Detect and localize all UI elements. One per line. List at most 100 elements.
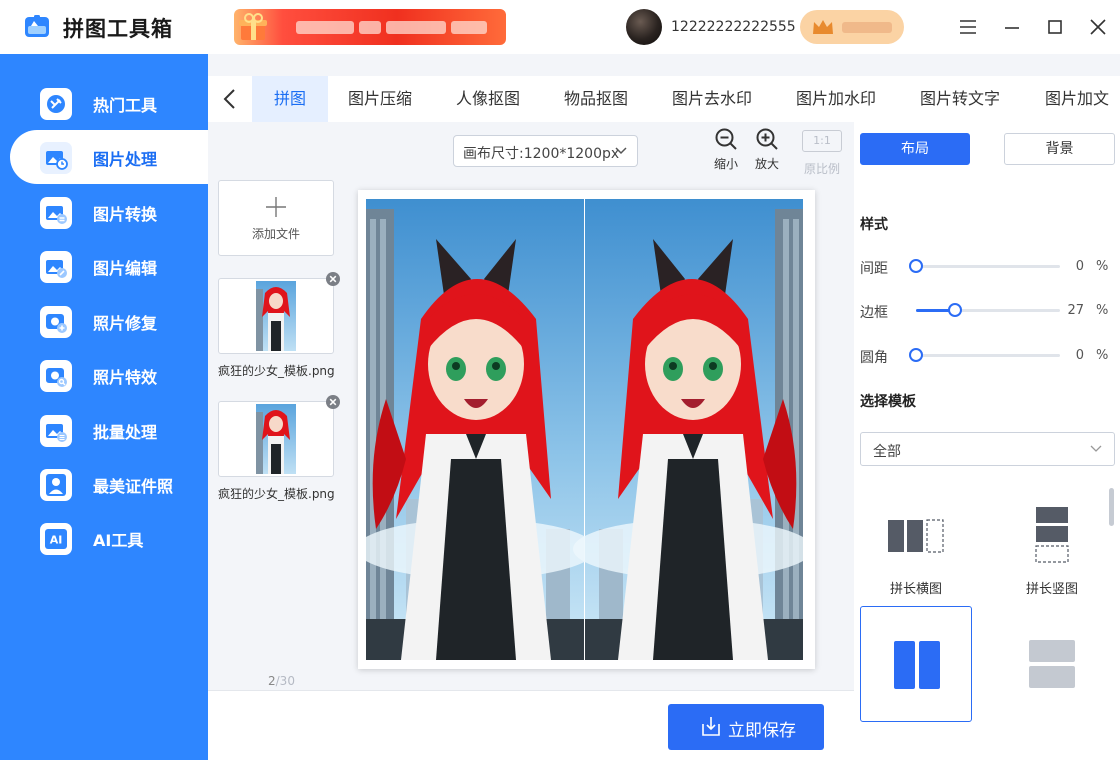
close-icon[interactable] xyxy=(1085,14,1111,40)
app-title: 拼图工具箱 xyxy=(63,17,173,41)
sidebar-item-photo-repair[interactable]: 照片修复 xyxy=(10,294,208,348)
tab-portrait-cutout[interactable]: 人像抠图 xyxy=(456,76,520,122)
sidebar-item-label: 最美证件照 xyxy=(93,477,174,496)
app-logo-icon xyxy=(25,15,49,37)
ai-tools-icon: AI xyxy=(40,523,72,555)
tab-remove-watermark[interactable]: 图片去水印 xyxy=(672,76,752,122)
promo-text-blurred xyxy=(296,18,496,36)
slider-value: 27 xyxy=(1067,303,1084,318)
slider-label: 边框 xyxy=(860,305,888,321)
template-section-title: 选择模板 xyxy=(860,394,916,410)
sidebar-item-label: 照片特效 xyxy=(93,368,158,387)
sidebar-item-ai-tools[interactable]: AI AI工具 xyxy=(10,511,208,565)
template-scrollbar[interactable] xyxy=(1109,488,1114,526)
border-slider[interactable] xyxy=(916,303,1060,317)
canvas-size-value: 画布尺寸:1200*1200px xyxy=(463,146,620,162)
file-pager: 2/30 xyxy=(268,674,295,688)
add-file-button[interactable]: 添加文件 xyxy=(218,180,334,256)
avatar[interactable] xyxy=(626,9,662,45)
user-id[interactable]: 12222222222555 xyxy=(671,19,796,35)
background-tab-button[interactable]: 背景 xyxy=(1004,133,1115,165)
pager-total: /30 xyxy=(275,674,295,688)
slider-handle[interactable] xyxy=(909,259,923,273)
spacing-slider[interactable] xyxy=(909,259,1060,273)
canvas-size-select[interactable]: 画布尺寸:1200*1200px xyxy=(453,135,638,167)
gift-icon xyxy=(239,13,267,40)
slider-label: 间距 xyxy=(860,261,888,277)
layout-tab-button[interactable]: 布局 xyxy=(860,133,970,165)
zoom-in-icon xyxy=(756,128,778,150)
sidebar-item-id-photo[interactable]: 最美证件照 xyxy=(10,457,208,511)
file-name: 疯狂的少女_模板.png xyxy=(218,487,335,501)
promo-banner[interactable] xyxy=(234,9,506,45)
chevron-down-icon xyxy=(1090,445,1102,452)
sidebar-item-image-edit[interactable]: 图片编辑 xyxy=(10,239,208,293)
zoom-out-button[interactable]: 缩小 xyxy=(708,127,744,172)
template-horizontal-icon xyxy=(888,519,944,553)
sidebar-item-photo-effects[interactable]: 照片特效 xyxy=(10,348,208,402)
zoom-in-button[interactable]: 放大 xyxy=(749,127,785,172)
slider-handle[interactable] xyxy=(947,303,962,317)
tab-add-text[interactable]: 图片加文 xyxy=(1045,76,1109,122)
plus-icon xyxy=(266,197,286,217)
sidebar-item-batch-process[interactable]: 批量处理 xyxy=(10,403,208,457)
tab-puzzle[interactable]: 拼图 xyxy=(252,76,329,122)
slider-unit: % xyxy=(1096,303,1109,318)
canvas-preview[interactable] xyxy=(358,190,815,669)
remove-file-icon[interactable] xyxy=(325,271,341,287)
template-two-rows-icon xyxy=(1029,640,1075,688)
sidebar: 热门工具 图片处理 图片转换 图片编辑 照片修复 照片特效 批量处理 最美证件照… xyxy=(0,54,208,760)
zoom-out-label: 缩小 xyxy=(713,157,738,171)
bottom-bar: 立即保存 xyxy=(208,690,854,760)
original-ratio-button[interactable]: 1:1 原比例 xyxy=(798,127,846,177)
vip-badge[interactable] xyxy=(800,10,904,44)
remove-file-icon[interactable] xyxy=(325,394,341,410)
sidebar-item-image-process[interactable]: 图片处理 xyxy=(10,130,208,184)
thumbnail-image xyxy=(256,404,296,474)
template-filter-value: 全部 xyxy=(873,444,901,460)
minimize-icon[interactable] xyxy=(999,14,1025,40)
image-convert-icon xyxy=(40,197,72,229)
template-two-columns[interactable] xyxy=(860,606,972,722)
batch-process-icon xyxy=(40,415,72,447)
maximize-icon[interactable] xyxy=(1042,14,1068,40)
vip-text-blurred xyxy=(842,22,892,33)
sidebar-item-label: AI工具 xyxy=(93,531,144,550)
id-photo-icon xyxy=(40,469,72,501)
image-process-icon xyxy=(40,142,72,174)
template-two-rows[interactable] xyxy=(996,606,1108,722)
save-button[interactable]: 立即保存 xyxy=(668,704,824,750)
corner-radius-slider[interactable] xyxy=(909,348,1060,362)
tab-add-watermark[interactable]: 图片加水印 xyxy=(796,76,876,122)
template-filter-select[interactable]: 全部 xyxy=(860,432,1115,466)
style-section-title: 样式 xyxy=(860,217,888,233)
pager-current: 2 xyxy=(268,674,276,688)
menu-icon[interactable] xyxy=(955,14,981,40)
tab-object-cutout[interactable]: 物品抠图 xyxy=(564,76,628,122)
sidebar-item-label: 图片处理 xyxy=(93,150,158,169)
template-label: 拼长横图 xyxy=(889,582,942,597)
slider-unit: % xyxy=(1096,348,1109,363)
svg-text:AI: AI xyxy=(50,534,63,547)
tab-image-compress[interactable]: 图片压缩 xyxy=(348,76,412,122)
collage-image xyxy=(366,199,803,660)
slider-unit: % xyxy=(1096,259,1109,274)
tab-bar: 拼图 图片压缩 人像抠图 物品抠图 图片去水印 图片加水印 图片转文字 图片加文 xyxy=(208,76,1120,122)
back-chevron-icon[interactable] xyxy=(220,87,240,111)
template-label: 拼长竖图 xyxy=(1025,582,1078,597)
slider-handle[interactable] xyxy=(909,348,923,362)
zoom-in-label: 放大 xyxy=(754,157,779,171)
photo-repair-icon xyxy=(40,306,72,338)
right-panel: 布局 背景 样式 间距 0 % 边框 27 % 圆角 0 % 选择模板 全部 拼… xyxy=(854,122,1120,760)
sidebar-item-hot-tools[interactable]: 热门工具 xyxy=(10,76,208,130)
file-thumbnail[interactable] xyxy=(218,272,340,354)
sidebar-item-image-convert[interactable]: 图片转换 xyxy=(10,185,208,239)
photo-effects-icon xyxy=(40,360,72,392)
slider-value: 0 xyxy=(1075,259,1084,274)
crown-icon xyxy=(813,20,833,34)
workspace: 画布尺寸:1200*1200px 缩小 放大 1:1 原比例 添加文件 疯狂的少… xyxy=(208,122,854,690)
tab-image-to-text[interactable]: 图片转文字 xyxy=(920,76,1000,122)
download-icon xyxy=(702,717,720,736)
add-file-label: 添加文件 xyxy=(251,227,300,241)
file-thumbnail[interactable] xyxy=(218,395,340,477)
